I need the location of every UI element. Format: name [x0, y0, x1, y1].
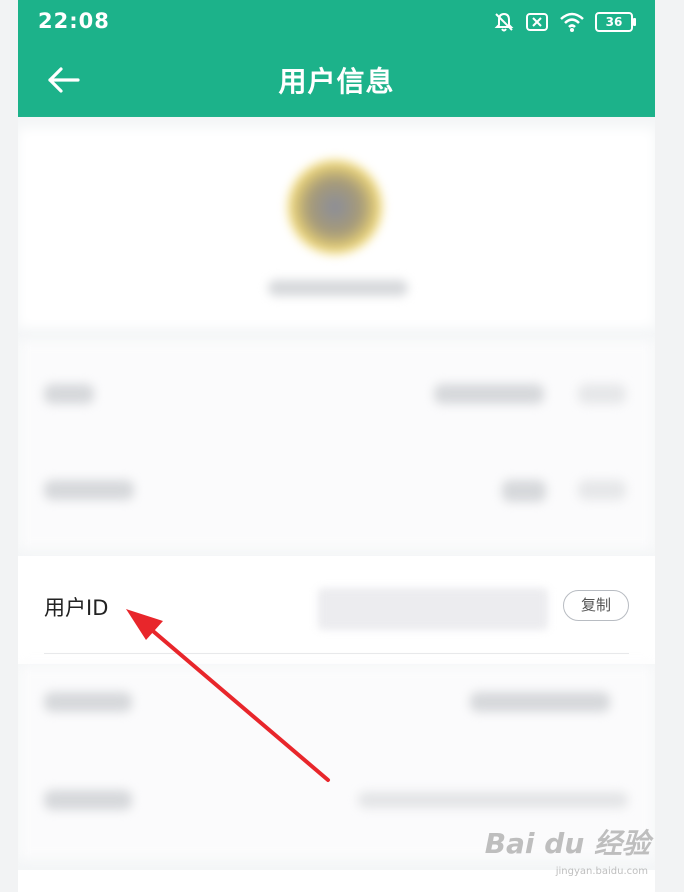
page-title: 用户信息 [278, 65, 395, 98]
copy-button[interactable]: 复制 [563, 590, 629, 621]
status-icons: 36 [493, 9, 636, 35]
user-id-label: 用户ID [44, 596, 109, 620]
nickname-blurred [268, 280, 408, 296]
row-action-blurred [578, 480, 626, 500]
app-bar: 用户信息 [18, 44, 655, 117]
status-bar: 22:08 36 [18, 0, 655, 44]
wifi-icon [560, 12, 584, 32]
row-value-blurred [502, 480, 546, 502]
row-label-blurred [44, 790, 132, 810]
no-sim-icon [526, 13, 548, 31]
watermark-text: Bai du 经验 [484, 827, 650, 860]
avatar[interactable] [288, 160, 382, 254]
divider [44, 653, 629, 654]
row-label-blurred [44, 480, 134, 500]
row-action-blurred [578, 384, 626, 404]
info-card-blurred [18, 340, 655, 550]
user-id-row: 用户ID 复制 [18, 556, 655, 664]
phone-screen: 22:08 36 用户信息 用户ID 复制 [18, 0, 655, 892]
battery-icon: 36 [595, 12, 636, 32]
row-label-blurred [44, 692, 132, 712]
row-label-blurred [44, 384, 94, 404]
user-id-value [318, 588, 548, 630]
row-value-blurred [358, 792, 628, 808]
row-value-blurred [434, 384, 544, 404]
mute-bell-icon [494, 12, 514, 32]
row-value-blurred [470, 692, 610, 712]
watermark-url: jingyan.baidu.com [555, 866, 648, 877]
status-time: 22:08 [38, 9, 110, 33]
